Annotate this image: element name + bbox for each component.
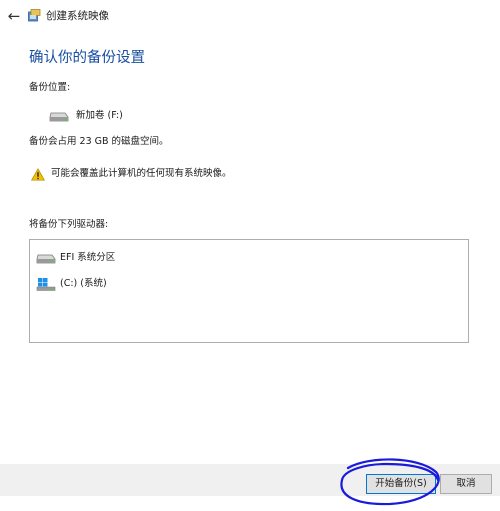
- list-item: EFI 系统分区: [36, 249, 115, 267]
- window-title: 创建系统映像: [46, 10, 109, 22]
- system-image-app-icon: [28, 9, 41, 22]
- backup-size-text: 备份会占用 23 GB 的磁盘空间。: [29, 136, 169, 147]
- drive-icon: [49, 112, 69, 122]
- drive-icon: [36, 254, 56, 264]
- drive-label: (C:) (系统): [60, 278, 107, 289]
- windows-drive-icon: [36, 278, 56, 291]
- drive-label: EFI 系统分区: [60, 252, 116, 263]
- warning-text: 可能会覆盖此计算机的任何现有系统映像。: [51, 168, 232, 179]
- warning-icon: [31, 168, 45, 181]
- drives-list[interactable]: EFI 系统分区 (C:) (系统): [29, 239, 469, 343]
- list-item: (C:) (系统): [36, 275, 107, 293]
- cancel-button[interactable]: 取消: [440, 474, 492, 494]
- title-bar: ← 创建系统映像: [0, 0, 500, 34]
- drives-list-label: 将备份下列驱动器:: [29, 219, 109, 230]
- back-arrow-icon[interactable]: ←: [6, 8, 22, 24]
- backup-location-label: 备份位置:: [29, 82, 71, 93]
- page-title: 确认你的备份设置: [29, 50, 145, 66]
- backup-location-value: 新加卷 (F:): [76, 110, 123, 121]
- start-backup-button[interactable]: 开始备份(S): [366, 474, 436, 494]
